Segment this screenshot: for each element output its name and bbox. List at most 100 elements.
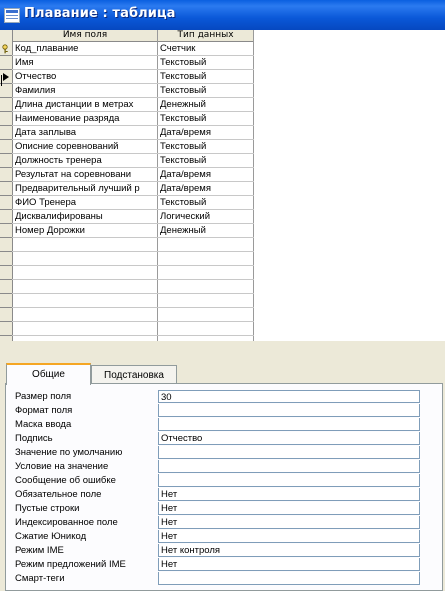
property-row: Значение по умолчанию <box>15 446 420 460</box>
property-label: Маска ввода <box>15 419 72 430</box>
table-row[interactable]: Длина дистанции в метрах Денежный <box>0 98 254 112</box>
property-label: Режим предложений IME <box>15 559 126 570</box>
data-type-cell[interactable]: Счетчик <box>160 42 252 56</box>
property-label: Смарт-теги <box>15 573 65 584</box>
row-divider <box>0 279 254 280</box>
property-row: Размер поля 30 <box>15 390 420 404</box>
field-name-cell[interactable]: Отчество <box>15 70 155 84</box>
property-row: Формат поля <box>15 404 420 418</box>
tab-lookup[interactable]: Подстановка <box>91 365 177 385</box>
row-divider <box>0 251 254 252</box>
property-row: Режим предложений IME Нет <box>15 558 420 572</box>
data-type-cell[interactable]: Текстовый <box>160 154 252 168</box>
field-name-cell[interactable]: Должность тренера <box>15 154 155 168</box>
table-row[interactable]: Результат на соревновани Дата/время <box>0 168 254 182</box>
table-row[interactable]: Код_плавание Счетчик <box>0 42 254 56</box>
table-icon <box>4 8 20 23</box>
property-row: Обязательное поле Нет <box>15 488 420 502</box>
row-selector-divider <box>0 279 12 280</box>
data-type-cell[interactable]: Дата/время <box>160 182 252 196</box>
field-name-cell[interactable]: Предварительный лучший р <box>15 182 155 196</box>
column-header-field-name[interactable]: Имя поля <box>13 30 157 42</box>
column-header-data-type[interactable]: Тип данных <box>158 30 253 42</box>
property-label: Обязательное поле <box>15 489 102 500</box>
property-value-field[interactable] <box>158 404 420 417</box>
row-selector-divider <box>0 293 12 294</box>
property-label: Значение по умолчанию <box>15 447 123 458</box>
data-type-cell[interactable]: Текстовый <box>160 112 252 126</box>
property-row: Режим IME Нет контроля <box>15 544 420 558</box>
table-row[interactable]: Предварительный лучший р Дата/время <box>0 182 254 196</box>
field-properties-panel: Размер поля 30 Формат поля Маска ввода Подпи… <box>5 383 443 591</box>
property-label: Сжатие Юникод <box>15 531 87 542</box>
field-name-cell[interactable]: Описние соревнований <box>15 140 155 154</box>
property-value-field[interactable] <box>158 446 420 459</box>
row-divider <box>0 293 254 294</box>
data-type-cell[interactable]: Денежный <box>160 98 252 112</box>
data-type-cell[interactable]: Текстовый <box>160 196 252 210</box>
field-name-cell[interactable]: ФИО Тренера <box>15 196 155 210</box>
primary-key-icon <box>2 44 8 54</box>
field-name-cell[interactable]: Фамилия <box>15 84 155 98</box>
field-name-cell[interactable]: Результат на соревновани <box>15 168 155 182</box>
tab-general[interactable]: Общие <box>6 363 91 385</box>
data-type-cell[interactable]: Текстовый <box>160 70 252 84</box>
row-divider <box>0 321 254 322</box>
field-grid: Имя поля Тип данных Код_плавание Счетчик И… <box>0 30 445 341</box>
field-name-cell[interactable]: Наименование разряда <box>15 112 155 126</box>
field-name-cell[interactable]: Код_плавание <box>15 42 155 56</box>
data-type-cell[interactable]: Текстовый <box>160 140 252 154</box>
pane-splitter[interactable] <box>0 341 445 365</box>
property-value-field[interactable] <box>158 418 420 431</box>
property-value-field[interactable] <box>158 474 420 487</box>
property-row: Маска ввода <box>15 418 420 432</box>
property-label: Индексированное поле <box>15 517 118 528</box>
row-selector-divider <box>0 307 12 308</box>
data-type-cell[interactable]: Текстовый <box>160 84 252 98</box>
row-selector-divider <box>0 265 12 266</box>
property-value-field[interactable]: Нет <box>158 516 420 529</box>
property-value-field[interactable] <box>158 460 420 473</box>
property-row: Индексированное поле Нет <box>15 516 420 530</box>
property-row: Подпись Отчество <box>15 432 420 446</box>
data-type-cell[interactable]: Текстовый <box>160 56 252 70</box>
property-value-field[interactable]: Нет <box>158 530 420 543</box>
property-label: Формат поля <box>15 405 73 416</box>
table-row[interactable]: Наименование разряда Текстовый <box>0 112 254 126</box>
property-label: Режим IME <box>15 545 64 556</box>
property-label: Пустые строки <box>15 503 80 514</box>
window-titlebar[interactable]: Плавание : таблица <box>0 0 445 30</box>
field-name-cell[interactable]: Длина дистанции в метрах <box>15 98 155 112</box>
table-row[interactable]: Фамилия Текстовый <box>0 84 254 98</box>
property-row: Смарт-теги <box>15 572 420 586</box>
property-value-field[interactable]: 30 <box>158 390 420 403</box>
table-row[interactable]: Отчество Текстовый <box>0 70 254 86</box>
field-name-cell[interactable]: Имя <box>15 56 155 70</box>
current-row-arrow-icon <box>3 73 9 81</box>
property-label: Сообщение об ошибке <box>15 475 116 486</box>
grid-empty-area <box>254 42 445 341</box>
data-type-cell[interactable]: Дата/время <box>160 168 252 182</box>
table-row[interactable]: Описние соревнований Текстовый <box>0 140 254 154</box>
field-name-cell[interactable]: Номер Дорожки <box>15 224 155 238</box>
property-value-field[interactable]: Нет <box>158 558 420 571</box>
field-name-cell[interactable]: Дисквалифированы <box>15 210 155 224</box>
table-row[interactable]: Должность тренера Текстовый <box>0 154 254 168</box>
table-row[interactable]: Дата заплыва Дата/время <box>0 126 254 140</box>
table-row[interactable]: Номер Дорожки Денежный <box>0 224 254 238</box>
property-label: Подпись <box>15 433 53 444</box>
property-value-field[interactable]: Нет <box>158 488 420 501</box>
row-selector-divider <box>0 251 12 252</box>
data-type-cell[interactable]: Денежный <box>160 224 252 238</box>
row-divider <box>0 307 254 308</box>
data-type-cell[interactable]: Логический <box>160 210 252 224</box>
table-row[interactable]: Дисквалифированы Логический <box>0 210 254 224</box>
property-value-field[interactable]: Отчество <box>158 432 420 445</box>
table-row[interactable]: Имя Текстовый <box>0 56 254 70</box>
field-name-cell[interactable]: Дата заплыва <box>15 126 155 140</box>
table-row[interactable]: ФИО Тренера Текстовый <box>0 196 254 210</box>
property-value-field[interactable] <box>158 572 420 585</box>
data-type-cell[interactable]: Дата/время <box>160 126 252 140</box>
property-value-field[interactable]: Нет контроля <box>158 544 420 557</box>
property-value-field[interactable]: Нет <box>158 502 420 515</box>
